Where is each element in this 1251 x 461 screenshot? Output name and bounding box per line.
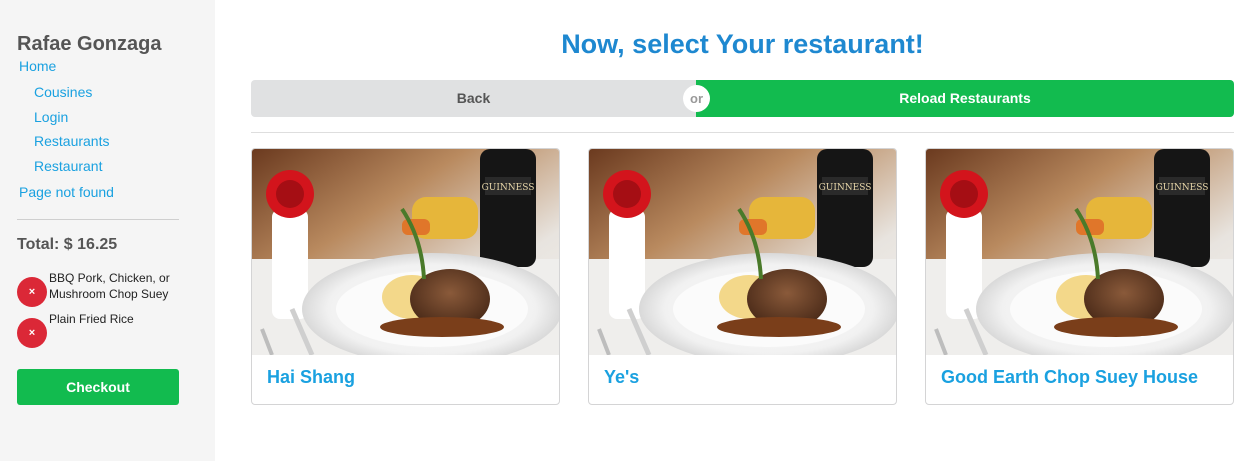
restaurant-card[interactable]: Good Earth Chop Suey House [925,148,1234,405]
nav-restaurants[interactable]: Restaurants [34,133,109,149]
section-divider [251,132,1234,133]
restaurant-name[interactable]: Good Earth Chop Suey House [941,367,1198,388]
remove-item-button[interactable]: × [17,277,47,307]
restaurant-card[interactable]: Hai Shang [251,148,560,405]
restaurant-card[interactable]: Ye's [588,148,897,405]
restaurant-name[interactable]: Hai Shang [267,367,355,388]
cart-item-name: BBQ Pork, Chicken, or Mushroom Chop Suey [49,271,170,301]
sidebar: Rafae Gonzaga Home Cousines Login Restau… [0,0,215,461]
checkout-button[interactable]: Checkout [17,369,179,405]
user-name: Rafae Gonzaga [17,33,162,55]
sidebar-divider [17,219,179,220]
action-button-group: Back Reload Restaurants or [251,80,1234,117]
nav-restaurant[interactable]: Restaurant [34,158,102,174]
page-title: Now, select Your restaurant! [561,29,924,59]
reload-restaurants-button[interactable]: Reload Restaurants [696,80,1234,117]
close-icon: × [28,286,36,298]
nav-home[interactable]: Home [19,58,56,74]
nav-cousines[interactable]: Cousines [34,84,92,100]
food-photo [589,149,896,355]
nav-page-not-found[interactable]: Page not found [19,184,114,200]
food-photo [252,149,559,355]
remove-item-button[interactable]: × [17,318,47,348]
back-button[interactable]: Back [251,80,696,117]
nav-login[interactable]: Login [34,109,68,125]
restaurant-name[interactable]: Ye's [604,367,639,388]
cart-total: Total: $ 16.25 [17,236,118,253]
cart-item-name: Plain Fried Rice [49,312,134,326]
close-icon: × [28,327,36,339]
food-photo [926,149,1233,355]
or-divider: or [683,85,710,112]
